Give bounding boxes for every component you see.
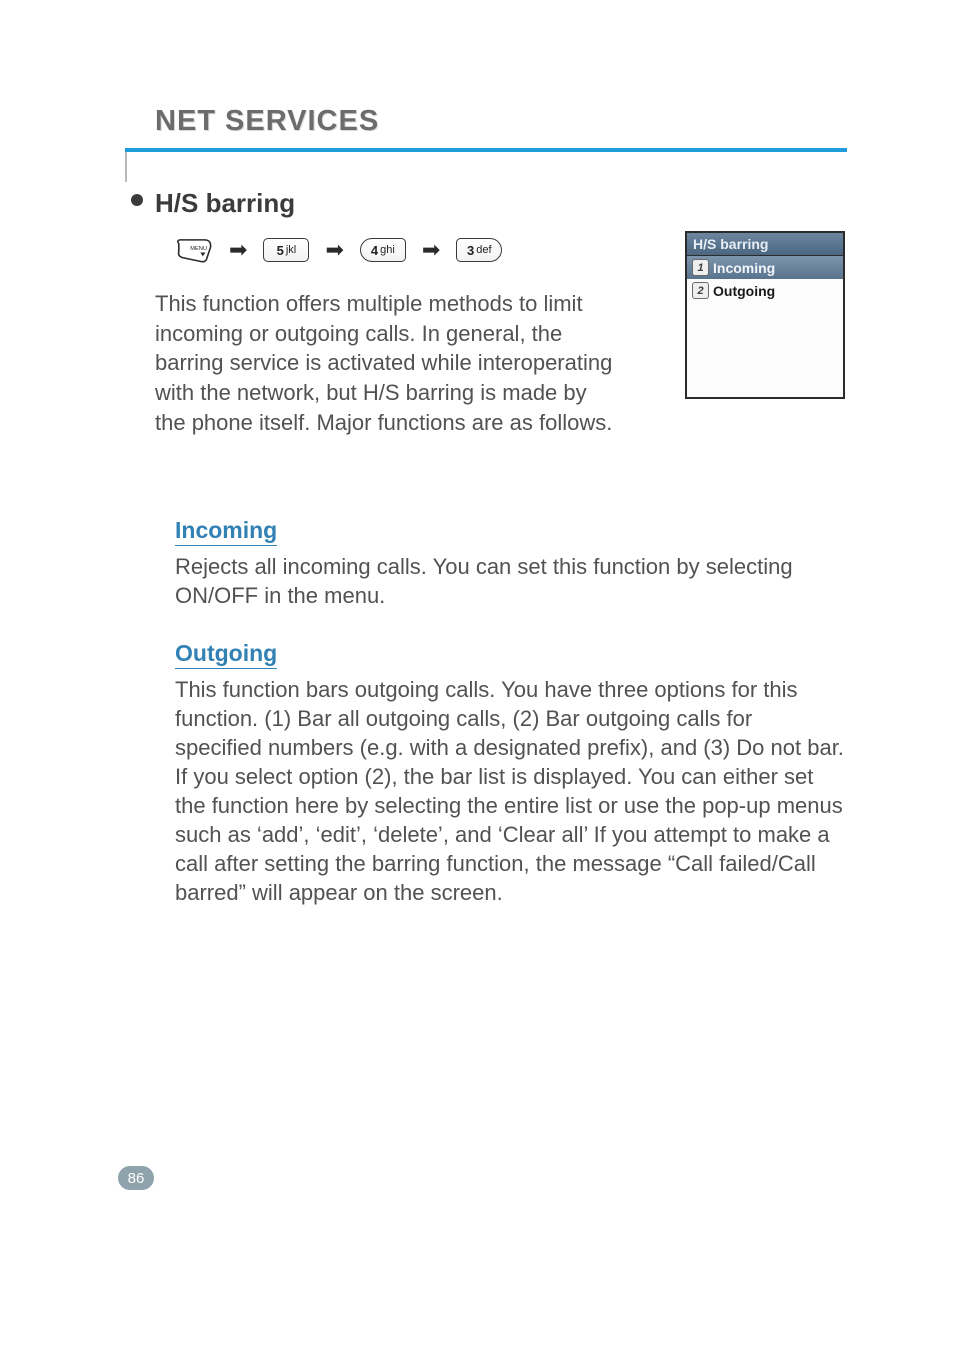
intro-text: This function offers multiple methods to… [155,289,615,437]
header-rule [125,148,847,152]
subsection-outgoing: Outgoing This function bars outgoing cal… [175,640,845,907]
key-5-digit: 5 [277,243,284,258]
section-title: H/S barring [155,188,845,219]
key-3-digit: 3 [467,243,474,258]
phone-item-outgoing: 2 Outgoing [687,279,843,302]
chapter-title: NET SERVICES [155,105,954,138]
key-3: 3 def [456,238,502,262]
header-rule-line [125,148,847,152]
menu-key-label: MENU [190,246,207,252]
key-3-letters: def [476,244,491,256]
subsection-title: Incoming [175,517,277,546]
bullet-dot-icon [131,194,143,206]
section-hs-barring: H/S barring MENU ➡ 5 jkl ➡ 4 ghi ➡ 3 [155,188,845,459]
phone-screen-title: H/S barring [687,233,843,256]
phone-item-label: Outgoing [713,283,775,299]
arrow-right-icon: ➡ [422,237,440,263]
menu-key-icon: MENU [175,237,213,263]
intro-block: This function offers multiple methods to… [155,289,845,459]
phone-screen: H/S barring 1 Incoming 2 Outgoing [685,231,845,399]
key-5: 5 jkl [263,238,309,262]
phone-item-incoming: 1 Incoming [687,256,843,279]
phone-item-num: 1 [692,259,709,276]
arrow-right-icon: ➡ [325,237,343,263]
phone-item-label: Incoming [713,260,775,276]
key-5-letters: jkl [286,244,296,256]
subsection-body: Rejects all incoming calls. You can set … [175,552,845,610]
subsection-title: Outgoing [175,640,277,669]
page-number: 86 [118,1166,154,1190]
subsection-incoming: Incoming Rejects all incoming calls. You… [175,517,845,610]
key-4-digit: 4 [371,243,378,258]
header-rule-stub [125,152,127,182]
key-4: 4 ghi [360,238,406,262]
phone-item-num: 2 [692,282,709,299]
arrow-right-icon: ➡ [229,237,247,263]
subsection-body: This function bars outgoing calls. You h… [175,675,845,907]
chapter-header: NET SERVICES [0,0,954,152]
page: NET SERVICES H/S barring MENU ➡ 5 jkl ➡ [0,0,954,1350]
key-4-letters: ghi [380,244,395,256]
